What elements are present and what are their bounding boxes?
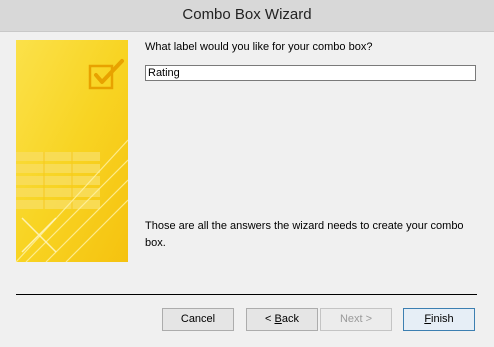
combo-box-label-input[interactable] xyxy=(145,65,476,81)
label-question: What label would you like for your combo… xyxy=(145,41,373,53)
next-button[interactable]: Next > xyxy=(320,308,392,331)
back-button-prefix: < xyxy=(265,313,275,325)
finish-button-label-rest: inish xyxy=(431,313,454,325)
cancel-button[interactable]: Cancel xyxy=(162,308,234,331)
cancel-button-label: Cancel xyxy=(180,313,216,325)
back-button-label-rest: ack xyxy=(281,313,299,325)
back-button[interactable]: < Back xyxy=(246,308,318,331)
finish-button[interactable]: Finish xyxy=(403,308,475,331)
wizard-client-area: What label would you like for your combo… xyxy=(0,32,494,347)
button-divider xyxy=(16,294,477,295)
window-title: Combo Box Wizard xyxy=(182,6,312,23)
title-bar[interactable]: Combo Box Wizard xyxy=(0,0,494,32)
back-button-accelerator: B xyxy=(274,313,282,325)
checkbox-check-icon xyxy=(88,59,124,90)
wizard-banner-image xyxy=(16,40,128,262)
wizard-info-text: Those are all the answers the wizard nee… xyxy=(145,220,464,249)
next-button-label: Next > xyxy=(339,313,373,325)
